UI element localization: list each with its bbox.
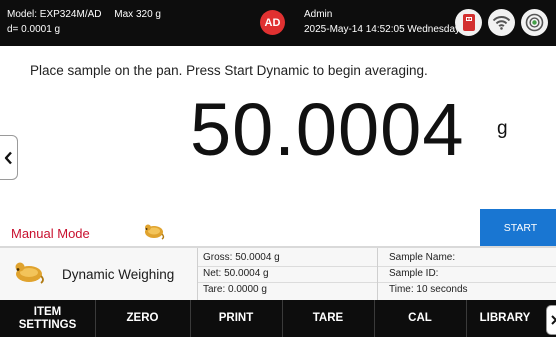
cal-button[interactable]: CAL (374, 300, 467, 337)
mode-label: Manual Mode (11, 226, 90, 241)
chevron-right-icon (551, 315, 556, 325)
model-info: Model: EXP324M/AD Max 320 g d= 0.0001 g (7, 7, 161, 37)
mouse-app-icon (143, 222, 165, 245)
sample-name-field[interactable]: Sample Name: (389, 250, 468, 266)
readability-label: d= 0.0001 g (7, 24, 61, 35)
library-button[interactable]: LIBRARY (466, 300, 544, 337)
side-panel-toggle[interactable] (0, 135, 18, 180)
avatar[interactable]: AD (260, 10, 285, 35)
mouse-app-icon (12, 260, 46, 289)
item-settings-label-line1: ITEM (33, 305, 62, 318)
level-icon[interactable] (521, 9, 548, 36)
user-name: Admin (304, 9, 333, 20)
datetime-label: 2025-May-14 14:52:05 Wednesday (304, 24, 461, 35)
softkey-bar: ITEM SETTINGS ZERO PRINT TARE CAL LIBRAR… (0, 300, 556, 337)
sample-details: Sample Name: Sample ID: Time: 10 seconds (377, 248, 556, 300)
weight-details: Gross: 50.0004 g Net: 50.0004 g Tare: 0.… (203, 250, 280, 298)
more-softkeys-button[interactable] (546, 305, 556, 335)
net-weight: Net: 50.0004 g (203, 268, 269, 279)
wifi-icon[interactable] (488, 9, 515, 36)
item-settings-label-line2: SETTINGS (18, 318, 77, 331)
start-button[interactable]: START (480, 209, 556, 247)
item-settings-button[interactable]: ITEM SETTINGS (0, 300, 96, 337)
status-icons (455, 9, 548, 36)
tare-button[interactable]: TARE (282, 300, 375, 337)
gross-weight: Gross: 50.0004 g (203, 252, 280, 263)
user-info: Admin 2025-May-14 14:52:05 Wednesday (304, 7, 460, 37)
weight-display: 50.0004 (190, 88, 465, 171)
application-name: Dynamic Weighing (62, 266, 175, 282)
instruction-text: Place sample on the pan. Press Start Dyn… (30, 63, 428, 78)
model-label: Model: EXP324M/AD (7, 9, 102, 20)
application-selector[interactable]: Dynamic Weighing (0, 248, 198, 300)
print-button[interactable]: PRINT (190, 300, 283, 337)
max-capacity-label: Max 320 g (114, 9, 161, 20)
sample-id-field[interactable]: Sample ID: (389, 266, 468, 282)
weight-unit[interactable]: g (497, 118, 508, 140)
time-setting[interactable]: Time: 10 seconds (389, 282, 468, 298)
tare-weight: Tare: 0.0000 g (203, 284, 267, 295)
usb-icon[interactable] (455, 9, 482, 36)
chevron-left-icon (4, 151, 12, 164)
info-panel: Dynamic Weighing Gross: 50.0004 g Net: 5… (0, 248, 556, 300)
status-bar: Model: EXP324M/AD Max 320 g d= 0.0001 g … (0, 0, 556, 46)
zero-button[interactable]: ZERO (95, 300, 191, 337)
